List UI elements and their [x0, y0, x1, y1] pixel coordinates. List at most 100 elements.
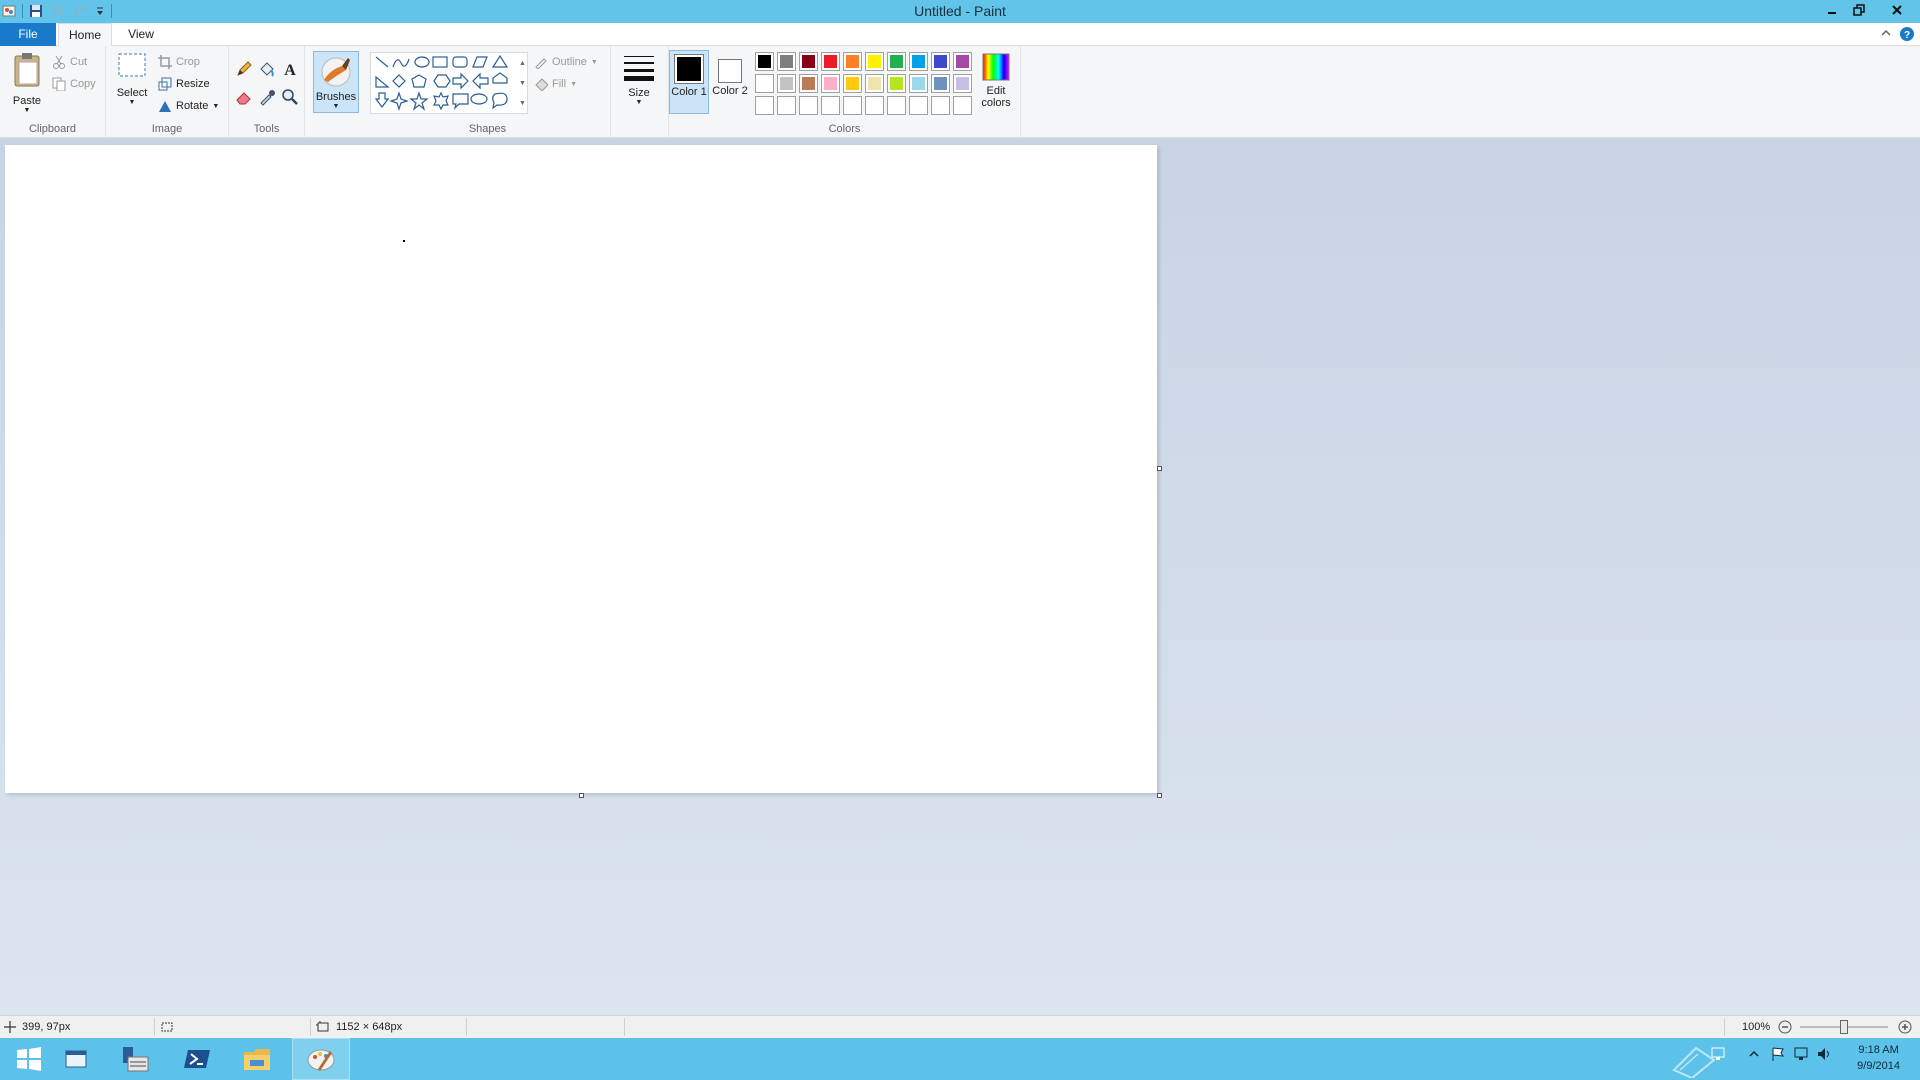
- size-button[interactable]: Size ▼: [617, 52, 661, 106]
- palette-swatch-empty[interactable]: [799, 96, 818, 115]
- action-center-flag-icon[interactable]: [1770, 1046, 1786, 1065]
- palette-swatch-empty[interactable]: [777, 96, 796, 115]
- line-size-icon: [624, 56, 654, 81]
- restore-icon: [1852, 4, 1865, 16]
- network-icon[interactable]: [1710, 1046, 1728, 1065]
- palette-swatch[interactable]: [865, 74, 884, 93]
- crosshair-icon: [4, 1021, 16, 1033]
- taskbar-file-explorer-window[interactable]: [48, 1038, 106, 1080]
- crop-button[interactable]: Crop: [158, 52, 200, 72]
- text-tool[interactable]: A: [281, 60, 299, 81]
- zoom-slider[interactable]: [1800, 1016, 1890, 1038]
- zoom-out-button[interactable]: [1778, 1016, 1792, 1038]
- palette-swatch-empty[interactable]: [931, 96, 950, 115]
- palette-swatch-empty[interactable]: [755, 96, 774, 115]
- palette-swatch[interactable]: [821, 52, 840, 71]
- restore-button[interactable]: [1845, 0, 1872, 20]
- select-button[interactable]: Select ▼: [114, 52, 150, 106]
- tray-expand-icon[interactable]: [1748, 1048, 1760, 1063]
- copy-button[interactable]: Copy: [52, 74, 96, 94]
- palette-swatch[interactable]: [887, 74, 906, 93]
- scroll-down-icon[interactable]: ▼: [519, 74, 529, 94]
- window-title: Untitled - Paint: [914, 3, 1006, 19]
- edit-colors-button[interactable]: Edit colors: [975, 52, 1017, 109]
- rotate-button[interactable]: Rotate ▼: [158, 96, 219, 116]
- fill-button[interactable]: Fill ▼: [534, 74, 577, 94]
- palette-swatch[interactable]: [931, 74, 950, 93]
- workspace: [0, 139, 1920, 1015]
- brushes-button[interactable]: Brushes ▼: [313, 51, 359, 113]
- fill-tool[interactable]: [258, 60, 276, 81]
- taskbar-file-explorer[interactable]: [228, 1038, 286, 1080]
- resize-handle-right[interactable]: [1157, 466, 1162, 471]
- color1-swatch: [674, 54, 704, 84]
- eraser-tool[interactable]: [235, 88, 253, 109]
- network-tray-icon[interactable]: [1793, 1046, 1809, 1065]
- palette-swatch[interactable]: [821, 74, 840, 93]
- tab-home[interactable]: Home: [58, 23, 112, 47]
- minimize-ribbon-icon[interactable]: [1880, 27, 1892, 42]
- zoom-in-button[interactable]: [1898, 1016, 1912, 1038]
- palette-swatch[interactable]: [799, 74, 818, 93]
- palette-swatch[interactable]: [755, 52, 774, 71]
- palette-swatch[interactable]: [887, 52, 906, 71]
- status-separator: [1724, 1018, 1725, 1036]
- outline-label: Outline: [552, 56, 587, 68]
- zoom-slider-thumb[interactable]: [1840, 1020, 1848, 1034]
- shapes-gallery: [370, 52, 528, 114]
- magnifier-tool[interactable]: [281, 88, 299, 109]
- resize-handle-bottom[interactable]: [579, 793, 584, 798]
- status-bar: 399, 97px 1152 × 648px 100%: [0, 1015, 1920, 1038]
- palette-swatch[interactable]: [931, 52, 950, 71]
- taskbar-paint[interactable]: [292, 1038, 350, 1080]
- resize-button[interactable]: Resize: [158, 74, 210, 94]
- help-icon[interactable]: ?: [1900, 27, 1914, 44]
- scroll-up-icon[interactable]: ▲: [519, 54, 529, 74]
- shapes-scroll[interactable]: ▲ ▼ ▼: [519, 54, 529, 114]
- palette-swatch-empty[interactable]: [887, 96, 906, 115]
- crop-label: Crop: [176, 56, 200, 68]
- taskbar-server-manager[interactable]: [106, 1038, 164, 1080]
- palette-swatch[interactable]: [843, 52, 862, 71]
- color-picker-tool[interactable]: [258, 88, 276, 109]
- color2-button[interactable]: Color 2: [711, 50, 749, 114]
- copy-label: Copy: [70, 78, 96, 90]
- taskbar-powershell[interactable]: [168, 1038, 226, 1080]
- paste-button[interactable]: Paste ▼: [8, 52, 46, 114]
- system-clock[interactable]: 9:18 AM 9/9/2014: [1857, 1042, 1900, 1074]
- close-button[interactable]: [1880, 0, 1914, 20]
- palette-swatch[interactable]: [865, 52, 884, 71]
- palette-swatch-empty[interactable]: [865, 96, 884, 115]
- tab-file[interactable]: File: [0, 23, 56, 46]
- outline-button[interactable]: Outline ▼: [534, 52, 598, 72]
- palette-swatch[interactable]: [777, 52, 796, 71]
- palette-swatch-empty[interactable]: [843, 96, 862, 115]
- size-label: Size: [628, 87, 650, 99]
- cut-button[interactable]: Cut: [52, 52, 87, 72]
- resize-handle-corner[interactable]: [1157, 793, 1162, 798]
- color1-button[interactable]: Color 1: [669, 50, 709, 114]
- palette-swatch[interactable]: [843, 74, 862, 93]
- image-group: Select ▼ Crop Resize Rotate ▼ Image: [106, 46, 229, 138]
- palette-swatch[interactable]: [909, 74, 928, 93]
- palette-swatch[interactable]: [799, 52, 818, 71]
- pencil-tool[interactable]: [235, 60, 253, 81]
- palette-swatch[interactable]: [953, 74, 972, 93]
- shapes-group-label: Shapes: [468, 123, 507, 135]
- palette-swatch-empty[interactable]: [953, 96, 972, 115]
- chevron-down-icon: ▼: [23, 107, 31, 114]
- palette-swatch[interactable]: [777, 74, 796, 93]
- more-shapes-icon[interactable]: ▼: [519, 94, 529, 114]
- palette-swatch-empty[interactable]: [909, 96, 928, 115]
- palette-swatch[interactable]: [755, 74, 774, 93]
- zoom-out-icon: [1778, 1020, 1792, 1034]
- palette-swatch-empty[interactable]: [821, 96, 840, 115]
- tab-view[interactable]: View: [118, 23, 164, 46]
- swatch-color: [868, 55, 881, 68]
- minimize-button[interactable]: [1818, 0, 1845, 20]
- palette-swatch[interactable]: [953, 52, 972, 71]
- drawing-canvas[interactable]: [5, 145, 1157, 793]
- chevron-down-icon: ▼: [332, 103, 340, 110]
- volume-icon[interactable]: [1816, 1046, 1832, 1065]
- palette-swatch[interactable]: [909, 52, 928, 71]
